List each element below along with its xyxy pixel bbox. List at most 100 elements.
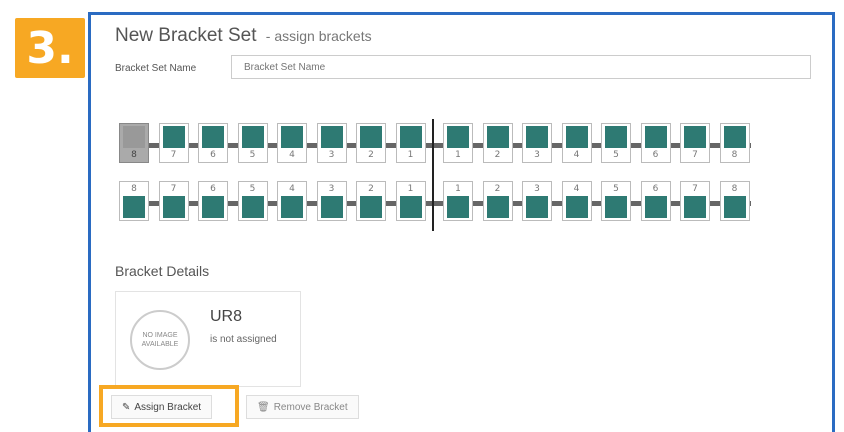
tooth-number: 6 xyxy=(210,184,216,194)
bracket-slot xyxy=(399,196,422,218)
tooth-number: 8 xyxy=(731,184,738,194)
bracket-slot xyxy=(684,126,706,148)
tooth-number: 3 xyxy=(328,150,335,160)
remove-bracket-button[interactable]: 🗑 Remove Bracket xyxy=(246,395,359,419)
page-title-text: New Bracket Set xyxy=(115,25,257,46)
upper-tooth-right-6[interactable]: 6 xyxy=(198,123,228,163)
tooth-number: 1 xyxy=(407,150,414,160)
bracket-slot xyxy=(447,196,469,218)
bracket-slot xyxy=(684,196,706,218)
bracket-slot xyxy=(486,126,509,148)
bracket-set-panel: New Bracket Set - assign brackets Bracke… xyxy=(88,12,835,432)
bracket-slot xyxy=(605,126,627,148)
lower-tooth-left-7[interactable]: 7 xyxy=(680,181,710,221)
lower-tooth-right-7[interactable]: 7 xyxy=(158,181,189,221)
lower-tooth-left-8[interactable]: 8 xyxy=(719,181,750,221)
bracket-slot xyxy=(281,126,303,148)
tooth-number: 5 xyxy=(613,150,619,160)
assign-bracket-label: Assign Bracket xyxy=(134,401,202,413)
bracket-status: is not assigned xyxy=(210,334,277,345)
upper-tooth-left-1[interactable]: 1 xyxy=(443,123,473,163)
tooth-number: 7 xyxy=(170,150,177,160)
bracket-slot xyxy=(644,196,667,218)
tooth-number: 8 xyxy=(131,184,137,194)
lower-tooth-right-5[interactable]: 5 xyxy=(237,181,268,221)
bracket-slot xyxy=(526,196,548,218)
upper-tooth-left-2[interactable]: 2 xyxy=(482,123,513,163)
upper-tooth-right-1[interactable]: 1 xyxy=(395,123,426,163)
upper-tooth-right-8[interactable]: 8 xyxy=(119,123,149,163)
lower-tooth-right-6[interactable]: 6 xyxy=(198,181,228,221)
tooth-number: 5 xyxy=(249,150,256,160)
tooth-number: 1 xyxy=(407,184,414,194)
tooth-number: 3 xyxy=(328,184,335,194)
tooth-number: 7 xyxy=(170,184,177,194)
midline-divider xyxy=(432,119,434,231)
upper-tooth-right-3[interactable]: 3 xyxy=(316,123,347,163)
tooth-number: 6 xyxy=(210,150,216,160)
tooth-number: 5 xyxy=(613,184,619,194)
page-subtitle: - assign brackets xyxy=(265,28,372,44)
lower-tooth-right-4[interactable]: 4 xyxy=(277,181,307,221)
lower-tooth-left-4[interactable]: 4 xyxy=(561,181,592,221)
tooth-number: 4 xyxy=(573,150,580,160)
no-image-placeholder: NO IMAGE AVAILABLE xyxy=(130,310,190,370)
upper-tooth-left-6[interactable]: 6 xyxy=(640,123,671,163)
lower-tooth-right-8[interactable]: 8 xyxy=(119,181,149,221)
lower-tooth-left-3[interactable]: 3 xyxy=(522,181,552,221)
tooth-number: 2 xyxy=(368,150,374,160)
bracket-set-name-label: Bracket Set Name xyxy=(115,63,197,74)
lower-tooth-left-5[interactable]: 5 xyxy=(601,181,631,221)
tooth-number: 1 xyxy=(455,150,461,160)
tooth-number: 4 xyxy=(573,184,580,194)
bracket-code: UR8 xyxy=(210,308,243,325)
trash-icon: 🗑 xyxy=(257,401,270,413)
upper-tooth-right-2[interactable]: 2 xyxy=(356,123,386,163)
bracket-details-heading: Bracket Details xyxy=(115,263,210,279)
bracket-slot xyxy=(320,196,343,218)
bracket-slot xyxy=(723,196,746,218)
bracket-slot xyxy=(281,196,303,218)
upper-tooth-right-7[interactable]: 7 xyxy=(158,123,189,163)
tooth-number: 3 xyxy=(534,184,540,194)
lower-tooth-left-6[interactable]: 6 xyxy=(640,181,671,221)
lower-tooth-right-3[interactable]: 3 xyxy=(316,181,347,221)
bracket-slot xyxy=(644,126,667,148)
lower-tooth-right-1[interactable]: 1 xyxy=(395,181,426,221)
upper-tooth-right-5[interactable]: 5 xyxy=(237,123,268,163)
assign-bracket-button[interactable]: ✎ Assign Bracket xyxy=(111,395,213,419)
upper-tooth-left-7[interactable]: 7 xyxy=(680,123,710,163)
bracket-set-name-input[interactable] xyxy=(231,55,811,79)
step-badge: 3. xyxy=(15,18,85,78)
lower-tooth-left-1[interactable]: 1 xyxy=(443,181,473,221)
upper-tooth-right-4[interactable]: 4 xyxy=(277,123,307,163)
tooth-number: 8 xyxy=(731,150,738,160)
lower-tooth-right-2[interactable]: 2 xyxy=(356,181,386,221)
bracket-slot xyxy=(123,196,145,218)
upper-tooth-left-8[interactable]: 8 xyxy=(719,123,750,163)
tooth-number: 4 xyxy=(289,150,295,160)
tooth-number: 2 xyxy=(494,184,501,194)
bracket-slot xyxy=(723,126,746,148)
bracket-slot xyxy=(565,196,588,218)
upper-tooth-left-5[interactable]: 5 xyxy=(601,123,631,163)
upper-tooth-left-3[interactable]: 3 xyxy=(522,123,552,163)
tooth-number: 4 xyxy=(289,184,295,194)
remove-bracket-label: Remove Bracket xyxy=(273,401,348,413)
tooth-number: 7 xyxy=(692,184,698,194)
lower-tooth-left-2[interactable]: 2 xyxy=(482,181,513,221)
bracket-slot xyxy=(202,196,224,218)
tooth-number: 7 xyxy=(692,150,698,160)
tooth-number: 6 xyxy=(652,184,659,194)
bracket-slot xyxy=(447,126,469,148)
bracket-slot xyxy=(360,126,382,148)
bracket-slot xyxy=(360,196,382,218)
no-image-line1: NO IMAGE xyxy=(142,332,178,339)
bracket-details-card: NO IMAGE AVAILABLE UR8 is not assigned xyxy=(115,291,301,387)
tooth-number: 8 xyxy=(131,150,137,160)
upper-tooth-left-4[interactable]: 4 xyxy=(561,123,592,163)
bracket-slot xyxy=(605,196,627,218)
bracket-slot xyxy=(241,126,264,148)
bracket-slot xyxy=(123,126,145,148)
tooth-number: 2 xyxy=(368,184,374,194)
